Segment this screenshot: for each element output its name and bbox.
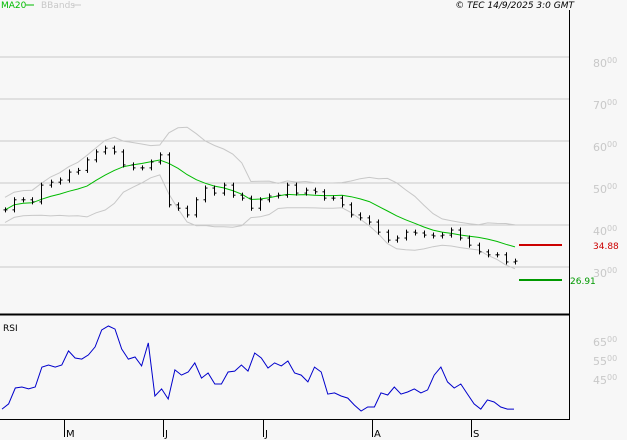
price-bar	[131, 162, 136, 171]
price-bar	[477, 242, 482, 255]
price-bar	[358, 212, 363, 221]
price-bar	[167, 152, 172, 208]
x-tick-label: S	[473, 429, 479, 440]
y-tick-label: 6000	[593, 140, 617, 154]
y-tick-label: 3000	[593, 266, 617, 280]
rsi-tick-label: 5500	[593, 354, 617, 368]
price-bar	[422, 230, 427, 238]
stock-chart: 8000 7000 6000 5000 4000 3000 34.88 26.91 RSI…	[0, 1, 619, 440]
resistance-label: 34.88	[593, 242, 619, 252]
y-tick-decimals: 00	[607, 98, 617, 107]
rsi-tick-decimals: 00	[607, 373, 617, 382]
x-tick-label: J	[264, 429, 268, 440]
price-bar	[313, 187, 318, 195]
copyright-timestamp: © TEC 14/9/2025 3:0 GMT	[455, 1, 575, 11]
y-tick-label: 5000	[593, 182, 617, 196]
price-bar	[413, 229, 418, 236]
price-bar	[440, 232, 445, 239]
price-bar	[85, 157, 90, 173]
price-bar	[140, 165, 145, 171]
rsi-tick-label: 4500	[593, 373, 617, 387]
y-tick-decimals: 00	[607, 182, 617, 191]
rsi-line	[1, 325, 514, 412]
price-bar	[285, 182, 290, 198]
x-tick-label: J	[164, 429, 168, 440]
price-bar	[67, 169, 72, 183]
price-bar	[158, 152, 163, 165]
y-tick-decimals: 00	[607, 224, 617, 233]
y-tick-decimals: 00	[607, 140, 617, 149]
price-gridlines	[0, 56, 569, 268]
price-bar	[404, 229, 409, 241]
rsi-tick-decimals: 00	[607, 354, 617, 363]
price-bar	[39, 182, 44, 205]
price-bar	[194, 197, 199, 218]
legend-bbands: BBands	[41, 1, 75, 11]
price-bar	[458, 227, 463, 241]
price-bar	[467, 235, 472, 248]
price-bar	[367, 215, 372, 225]
price-bar	[386, 229, 391, 243]
y-tick-label: 8000	[593, 56, 617, 70]
price-bar	[49, 179, 54, 188]
price-bar	[121, 149, 126, 168]
price-bar	[3, 207, 8, 213]
price-bar	[340, 195, 345, 208]
y-tick-label: 4000	[593, 224, 617, 238]
price-bar	[331, 195, 336, 201]
x-tick-label: A	[374, 429, 381, 440]
price-bar	[94, 149, 99, 163]
price-bar	[76, 167, 81, 175]
price-bar	[249, 195, 254, 211]
x-tick-label: M	[66, 429, 75, 440]
price-bar	[276, 192, 281, 199]
price-bar	[112, 145, 117, 155]
price-bar	[349, 202, 354, 218]
rsi-tick-label: 6500	[593, 335, 617, 349]
price-bar	[322, 189, 327, 201]
bollinger-lower	[4, 174, 516, 270]
price-bar	[495, 252, 500, 258]
legend-ma20: MA20	[1, 1, 27, 11]
y-tick-label: 7000	[593, 98, 617, 112]
price-bar	[58, 177, 63, 185]
price-bar	[212, 185, 217, 196]
support-label: 26.91	[570, 277, 596, 287]
price-bar	[21, 197, 26, 203]
price-bars	[3, 145, 518, 265]
y-tick-decimals: 00	[607, 266, 617, 275]
price-bar	[203, 185, 208, 203]
rsi-title: RSI	[3, 324, 18, 334]
price-bar	[185, 205, 190, 218]
price-bar	[431, 232, 436, 239]
y-tick-decimals: 00	[607, 56, 617, 65]
price-bar	[513, 258, 518, 265]
price-bar	[504, 252, 509, 265]
price-bar	[449, 227, 454, 238]
price-bar	[294, 182, 299, 196]
price-bar	[395, 235, 400, 243]
rsi-tick-decimals: 00	[607, 335, 617, 344]
price-bar	[103, 145, 108, 155]
x-axis: MJJAS	[64, 420, 479, 440]
rsi-y-axis: 6500 5500 4500	[593, 335, 617, 387]
